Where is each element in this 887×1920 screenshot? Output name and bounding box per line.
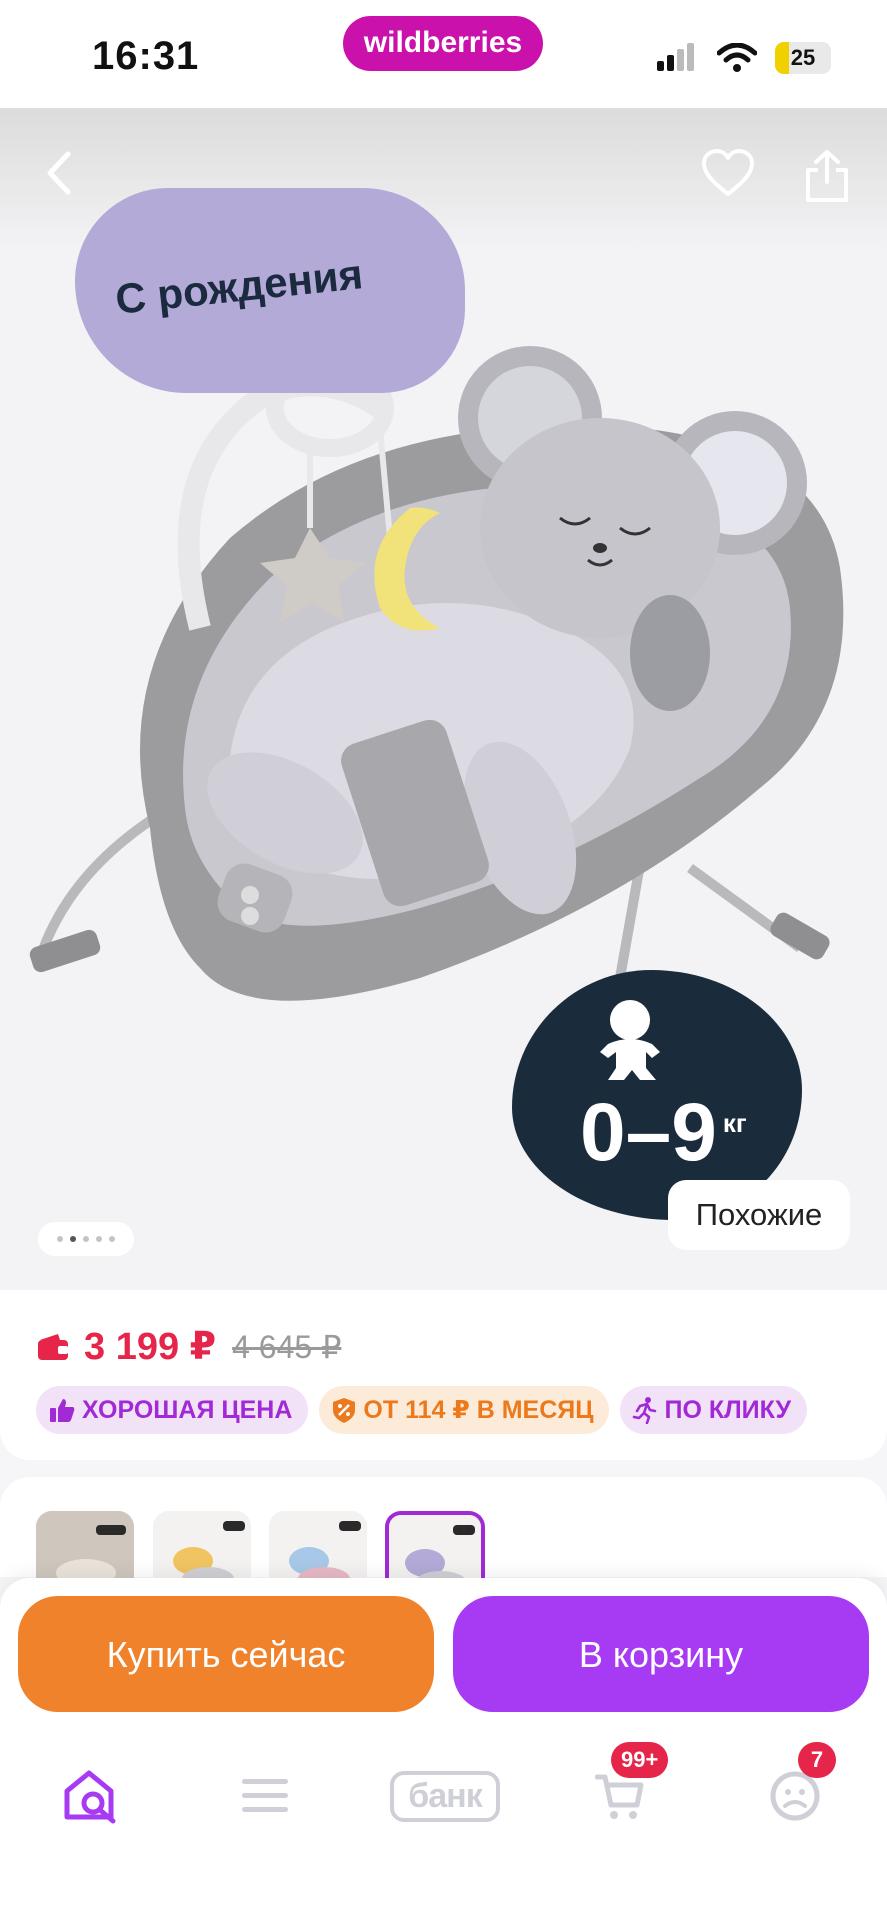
thumbnail[interactable] [153, 1511, 251, 1581]
thumbnail-active[interactable] [385, 1511, 485, 1585]
add-to-cart-button[interactable]: В корзину [453, 1596, 869, 1712]
running-person-icon [633, 1397, 657, 1424]
percent-shield-icon [333, 1398, 356, 1423]
battery-level: 25 [790, 45, 816, 70]
tab-bar: банк 99+ 7 [0, 1742, 887, 1856]
cart-count-badge: 99+ [611, 1742, 669, 1778]
gallery-pagination [38, 1222, 134, 1256]
thumbnail-image [36, 1511, 134, 1581]
thumbnail-image [153, 1511, 251, 1581]
signal-icon [657, 43, 694, 71]
tab-cart[interactable]: 99+ [565, 1742, 675, 1846]
badges-row: ХОРОШАЯ ЦЕНА ОТ 114 ₽ В МЕСЯЦ ПО КЛИКУ [36, 1386, 808, 1434]
cart-icon [595, 1774, 644, 1819]
thumbnail[interactable] [269, 1511, 367, 1581]
tab-catalog[interactable] [210, 1746, 320, 1846]
tab-bank[interactable]: банк [370, 1746, 520, 1846]
thumbnail-strip [0, 1477, 887, 1585]
pagination-dot [96, 1236, 102, 1242]
pagination-dot-active [70, 1236, 76, 1242]
installment-badge[interactable]: ОТ 114 ₽ В МЕСЯЦ [319, 1386, 610, 1434]
weight-value: 0–9 [580, 1087, 717, 1178]
thumbs-up-icon [50, 1399, 75, 1422]
pagination-dot [83, 1236, 89, 1242]
good-price-badge[interactable]: ХОРОШАЯ ЦЕНА [36, 1386, 309, 1434]
bottom-panel: Купить сейчас В корзину банк 99+ 7 [0, 1578, 887, 1920]
similar-button[interactable]: Похожие [668, 1180, 850, 1250]
tab-home[interactable] [36, 1746, 146, 1846]
profile-count-badge: 7 [798, 1742, 836, 1778]
product-gallery[interactable]: С рождения 0–9 кг Похожие [0, 108, 887, 1290]
price-card: 3 199 ₽ 4 645 ₽ ХОРОШАЯ ЦЕНА ОТ 114 ₽ В … [0, 1290, 887, 1460]
wifi-icon [717, 43, 757, 72]
installment-label: ОТ 114 ₽ В МЕСЯЦ [363, 1396, 594, 1424]
thumbnail[interactable] [36, 1511, 134, 1581]
status-bar: 16:31 wildberries 25 [0, 0, 887, 108]
buy-now-button[interactable]: Купить сейчас [18, 1596, 434, 1712]
brand-logo: wildberries [343, 16, 543, 71]
one-click-label: ПО КЛИКУ [664, 1395, 792, 1424]
bank-label: банк [390, 1770, 500, 1822]
thumbnail-image [389, 1515, 481, 1585]
one-click-badge[interactable]: ПО КЛИКУ [620, 1386, 808, 1434]
home-search-icon [64, 1770, 116, 1824]
price-current: 3 199 ₽ [84, 1326, 217, 1368]
thumbnail-image [269, 1511, 367, 1581]
price-old: 4 645 ₽ [232, 1328, 342, 1365]
pagination-dot [109, 1236, 115, 1242]
status-time: 16:31 [92, 34, 200, 78]
price-row: 3 199 ₽ 4 645 ₽ [36, 1324, 341, 1369]
status-icons: 25 [655, 38, 831, 78]
battery-indicator: 25 [775, 42, 831, 74]
good-price-label: ХОРОШАЯ ЦЕНА [82, 1395, 293, 1424]
pagination-dot [57, 1236, 63, 1242]
tab-profile[interactable]: 7 [740, 1742, 850, 1846]
baby-icon [600, 1000, 660, 1080]
wallet-icon [38, 1333, 68, 1360]
weight-range: 0–9 кг [580, 1086, 747, 1180]
weight-unit: кг [722, 1108, 747, 1138]
menu-icon [242, 1779, 288, 1812]
